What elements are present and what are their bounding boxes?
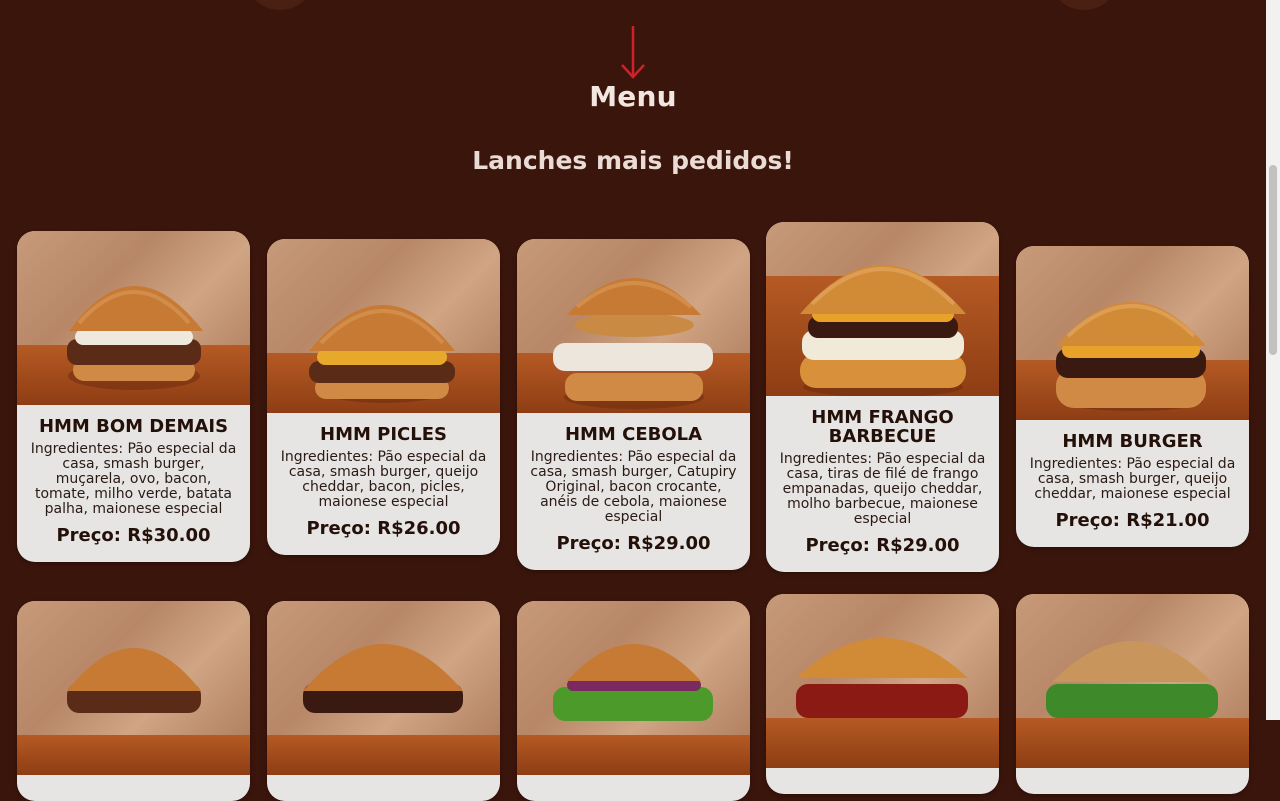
product-price: Preço: R$30.00 (56, 525, 211, 546)
product-price: Preço: R$29.00 (556, 533, 711, 554)
product-photo (766, 222, 999, 396)
product-name: HMM CEBOLA (564, 424, 703, 445)
product-ingredients: Ingredientes: Pão especial da casa, smas… (30, 441, 237, 517)
product-ingredients: Ingredientes: Pão especial da casa, smas… (1029, 456, 1236, 502)
product-name: HMM BOM DEMAIS (38, 416, 229, 437)
page-scrollbar[interactable] (1266, 0, 1280, 720)
product-card[interactable] (517, 601, 750, 801)
product-card[interactable] (17, 601, 250, 801)
product-card[interactable]: HMM PICLES Ingredientes: Pão especial da… (267, 239, 500, 555)
scrollbar-thumb[interactable] (1269, 165, 1277, 355)
product-photo (1016, 246, 1249, 420)
product-photo (517, 601, 750, 775)
product-photo (17, 231, 250, 405)
product-name: HMM FRANGO BARBECUE (811, 407, 954, 447)
product-card[interactable]: HMM FRANGO BARBECUE Ingredientes: Pão es… (766, 222, 999, 572)
product-ingredients: Ingredientes: Pão especial da casa, smas… (530, 449, 737, 525)
product-card[interactable]: HMM BOM DEMAIS Ingredientes: Pão especia… (17, 231, 250, 562)
product-photo (17, 601, 250, 775)
product-ingredients: Ingredientes: Pão especial da casa, smas… (280, 449, 487, 510)
product-name: HMM BURGER (1062, 431, 1203, 452)
product-photo (267, 601, 500, 775)
product-photo (766, 594, 999, 768)
product-price: Preço: R$26.00 (306, 518, 461, 539)
arrow-down-icon (621, 26, 645, 79)
product-price: Preço: R$29.00 (805, 535, 960, 556)
product-card[interactable] (267, 601, 500, 801)
product-card[interactable] (1016, 594, 1249, 794)
menu-heading: Menu (589, 80, 677, 113)
product-photo (267, 239, 500, 413)
product-photo (1016, 594, 1249, 768)
product-card[interactable]: HMM CEBOLA Ingredientes: Pão especial da… (517, 239, 750, 570)
section-title: Lanches mais pedidos! (472, 146, 794, 175)
top-decoration (244, 0, 316, 10)
product-card[interactable]: HMM BURGER Ingredientes: Pão especial da… (1016, 246, 1249, 547)
top-decoration (1048, 0, 1120, 10)
product-name: HMM PICLES (320, 424, 447, 445)
product-ingredients: Ingredientes: Pão especial da casa, tira… (779, 451, 986, 527)
product-photo (517, 239, 750, 413)
product-price: Preço: R$21.00 (1055, 510, 1210, 531)
product-card[interactable] (766, 594, 999, 794)
